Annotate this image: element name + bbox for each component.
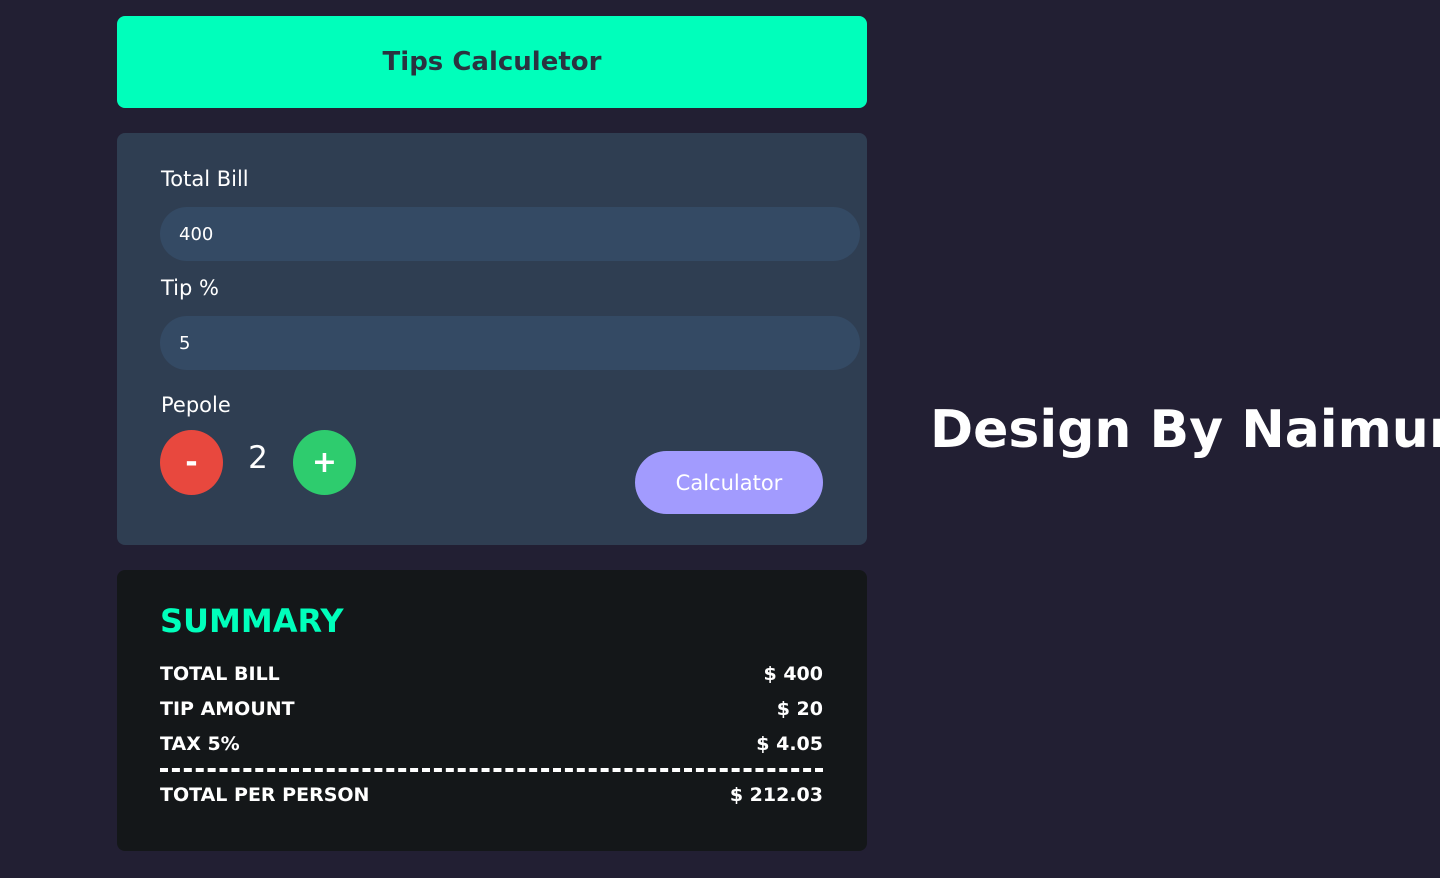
tip-percent-label: Tip % [161, 276, 219, 300]
summary-title: SUMMARY [160, 602, 344, 640]
plus-icon: + [311, 445, 338, 480]
calculate-button[interactable]: Calculator [635, 451, 823, 514]
summary-row-tax: TAX 5% $ 4.05 [160, 733, 823, 755]
summary-value: $ 20 [776, 698, 823, 720]
header-banner: Tips Calculetor [117, 16, 867, 108]
designer-credit: Design By Naimur [930, 400, 1440, 460]
minus-icon: - [185, 445, 198, 480]
summary-label: TIP AMOUNT [160, 698, 295, 720]
summary-label: TOTAL BILL [160, 663, 280, 685]
total-bill-input[interactable] [160, 207, 860, 261]
increase-people-button[interactable]: + [293, 430, 356, 495]
summary-value: $ 4.05 [756, 733, 823, 755]
summary-card: SUMMARY TOTAL BILL $ 400 TIP AMOUNT $ 20… [117, 570, 867, 851]
dashed-divider [160, 768, 823, 772]
summary-total-label: TOTAL PER PERSON [160, 784, 370, 806]
tip-percent-input[interactable] [160, 316, 860, 370]
decrease-people-button[interactable]: - [160, 430, 223, 495]
total-bill-label: Total Bill [161, 167, 249, 191]
summary-value: $ 400 [763, 663, 824, 685]
page-title: Tips Calculetor [382, 47, 602, 77]
summary-row-tip-amount: TIP AMOUNT $ 20 [160, 698, 823, 720]
summary-total-value: $ 212.03 [729, 784, 823, 806]
summary-label: TAX 5% [160, 733, 240, 755]
summary-row-total-bill: TOTAL BILL $ 400 [160, 663, 823, 685]
people-count: 2 [248, 440, 268, 476]
people-label: Pepole [161, 393, 231, 417]
calculator-card: Total Bill Tip % Pepole - 2 + Calculator [117, 133, 867, 545]
page: Tips Calculetor Total Bill Tip % Pepole … [0, 0, 1440, 878]
summary-row-total-per-person: TOTAL PER PERSON $ 212.03 [160, 784, 823, 806]
